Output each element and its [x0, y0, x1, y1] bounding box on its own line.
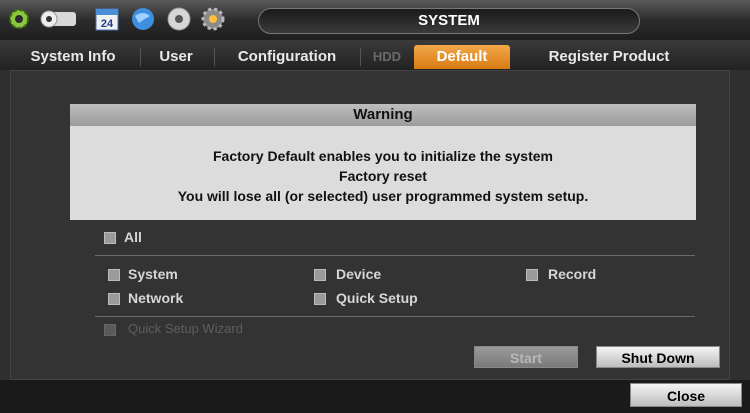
all-label: All: [124, 229, 142, 245]
disabled-option-label: Quick Setup Wizard: [128, 321, 243, 336]
system-checkbox[interactable]: [108, 269, 120, 281]
all-checkbox[interactable]: [104, 232, 116, 244]
top-bar: 24 SYSTEM: [0, 0, 750, 40]
device-label: Device: [336, 266, 382, 282]
page-title: SYSTEM: [258, 8, 640, 34]
tab-default[interactable]: Default: [414, 45, 510, 69]
tab-hdd: HDD: [372, 49, 402, 64]
start-button: Start: [474, 346, 578, 368]
divider: [95, 316, 695, 317]
tab-divider: [140, 48, 141, 66]
calendar-icon[interactable]: 24: [94, 6, 120, 32]
calendar-day: 24: [101, 18, 114, 30]
tab-user[interactable]: User: [148, 45, 204, 69]
system-dialog: 24 SYSTEM System Info User Configuration…: [0, 0, 750, 413]
tab-configuration[interactable]: Configuration: [222, 45, 352, 69]
tab-register-product[interactable]: Register Product: [524, 45, 694, 69]
tab-bar: System Info User Configuration HDD Defau…: [0, 40, 750, 70]
warning-box: Warning Factory Default enables you to i…: [70, 104, 696, 220]
record-checkbox[interactable]: [526, 269, 538, 281]
warning-line-2: Factory reset: [339, 168, 427, 184]
network-icon[interactable]: [130, 6, 156, 32]
quick-setup-label: Quick Setup: [336, 290, 418, 306]
tab-divider: [360, 48, 361, 66]
tab-system-info[interactable]: System Info: [14, 45, 132, 69]
network-label: Network: [128, 290, 184, 306]
warning-line-3: You will lose all (or selected) user pro…: [177, 188, 589, 204]
disabled-checkbox: [104, 324, 116, 336]
network-checkbox[interactable]: [108, 293, 120, 305]
camera-icon[interactable]: [38, 6, 80, 32]
warning-line-1: Factory Default enables you to initializ…: [213, 148, 553, 164]
device-checkbox[interactable]: [314, 269, 326, 281]
settings-gear-icon[interactable]: [200, 6, 226, 32]
warning-title: Warning: [70, 104, 696, 126]
quick-setup-checkbox[interactable]: [314, 293, 326, 305]
tab-divider: [214, 48, 215, 66]
shutdown-button[interactable]: Shut Down: [596, 346, 720, 368]
record-label: Record: [548, 266, 597, 282]
gear-icon[interactable]: [6, 6, 32, 32]
divider: [95, 255, 695, 256]
system-label: System: [128, 266, 178, 282]
disc-icon[interactable]: [166, 6, 192, 32]
close-button[interactable]: Close: [630, 383, 742, 407]
